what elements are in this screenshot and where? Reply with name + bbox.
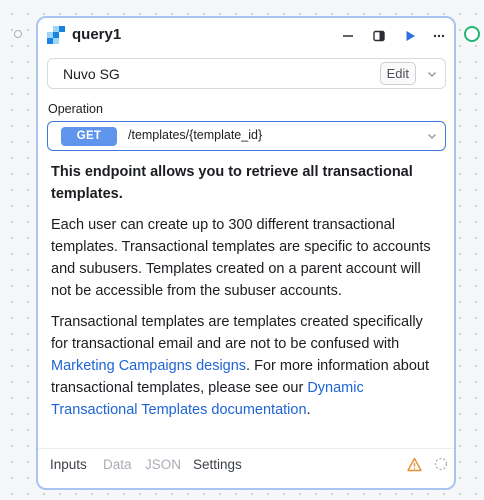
description-heading: This endpoint allows you to retrieve all… [51, 164, 413, 202]
tab-settings[interactable]: Settings [193, 457, 242, 472]
query-node-card[interactable]: query1 Nuvo SG Edit Operation GET /templ… [36, 16, 456, 490]
resource-name: Nuvo SG [63, 66, 120, 82]
query-header: query1 [38, 18, 454, 54]
tab-data[interactable]: Data [103, 457, 132, 472]
panel-toggle-icon [373, 30, 385, 42]
chevron-down-icon[interactable] [426, 130, 438, 142]
more-options-icon [433, 34, 445, 38]
description-text: Transactional templates are templates cr… [51, 314, 423, 352]
input-port[interactable] [14, 30, 22, 38]
operation-selector[interactable]: GET /templates/{template_id} [47, 121, 446, 151]
panel-toggle-button[interactable] [368, 25, 390, 47]
minimize-button[interactable] [337, 25, 359, 47]
run-query-button[interactable] [399, 25, 421, 47]
description-text: . [306, 402, 311, 418]
sendgrid-icon [47, 26, 65, 44]
query-footer: Inputs Data JSON Settings [38, 448, 454, 488]
description-paragraph: Transactional templates are templates cr… [51, 311, 443, 421]
more-options-button[interactable] [428, 25, 450, 47]
query-title[interactable]: query1 [72, 26, 121, 43]
operation-path: /templates/{template_id} [128, 128, 263, 142]
tab-json[interactable]: JSON [145, 457, 181, 472]
tab-inputs[interactable]: Inputs [50, 457, 87, 472]
description-paragraph: Each user can create up to 300 different… [51, 217, 431, 299]
operation-description: This endpoint allows you to retrieve all… [51, 161, 443, 430]
http-method-badge: GET [61, 127, 117, 146]
output-port[interactable] [464, 26, 480, 42]
warning-icon[interactable] [407, 457, 422, 472]
loading-status-icon [434, 457, 448, 471]
minimize-icon [343, 35, 353, 37]
marketing-campaigns-link[interactable]: Marketing Campaigns designs [51, 358, 246, 374]
resource-selector[interactable]: Nuvo SG Edit [47, 58, 446, 89]
run-play-icon [406, 31, 415, 41]
chevron-down-icon[interactable] [426, 68, 438, 80]
edit-resource-button[interactable]: Edit [379, 62, 416, 85]
operation-label: Operation [48, 102, 103, 116]
